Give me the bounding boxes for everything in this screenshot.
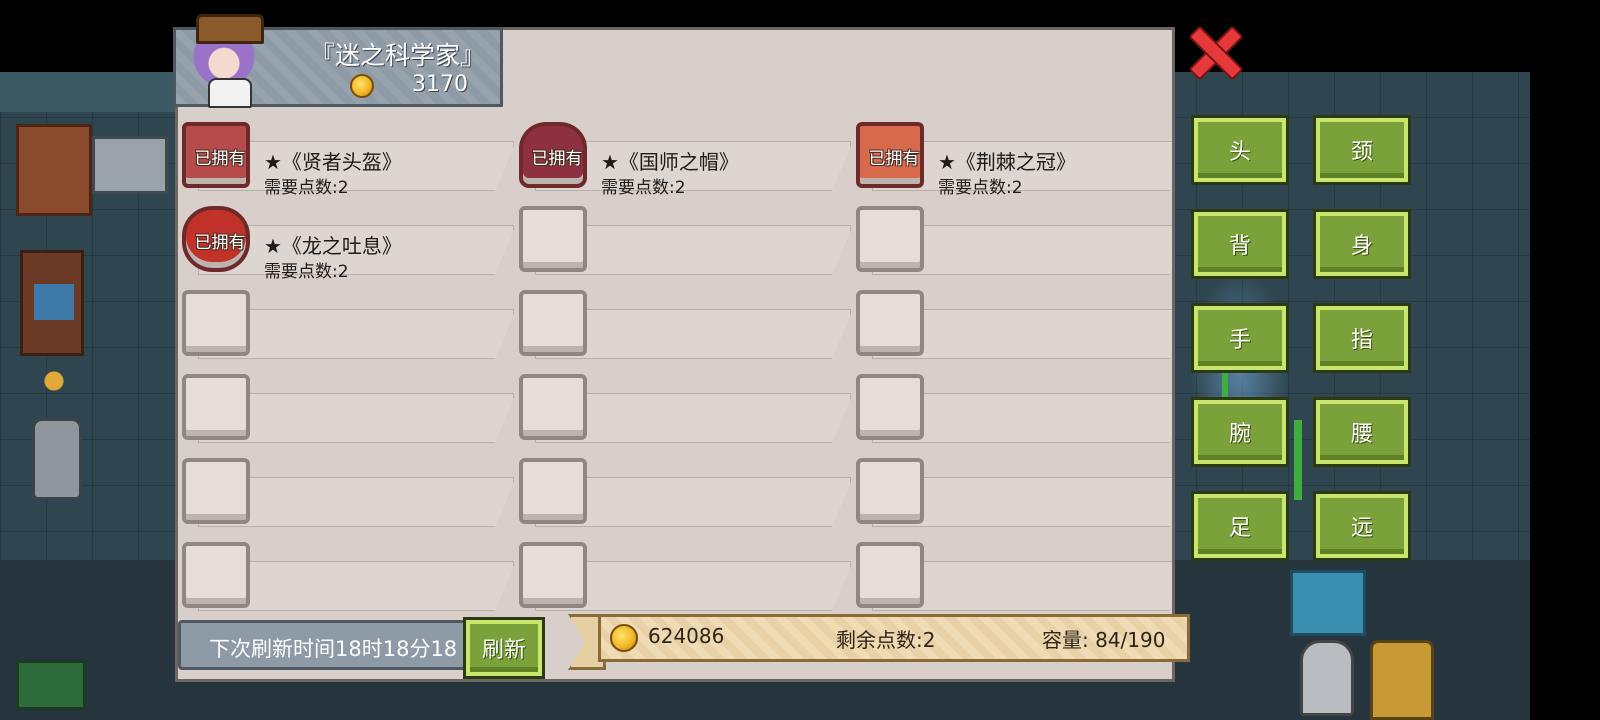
item-cost: 需要点数:2: [938, 178, 1023, 198]
green-pillar-prop: [1222, 370, 1228, 404]
item-name: ★《荆棘之冠》: [938, 150, 1076, 174]
empty-slot-icon: [182, 542, 250, 608]
coin-icon: [350, 74, 374, 98]
merchant-coin-amount: 3170: [412, 72, 468, 97]
empty-slot-icon: [182, 374, 250, 440]
player-money: 624086: [648, 624, 725, 648]
empty-slot-icon: [182, 290, 250, 356]
empty-slot-icon: [856, 542, 924, 608]
shop-panel: 已拥有 ★《贤者头盔》需要点数:2 已拥有 ★《国师之帽》需要点数:2 已拥有 ★《荆棘之…: [175, 27, 1175, 682]
refresh-timer-label: 下次刷新时间18时18分18: [209, 637, 458, 661]
item-grid: 已拥有 ★《贤者头盔》需要点数:2 已拥有 ★《国师之帽》需要点数:2 已拥有 ★《荆棘之…: [178, 114, 1172, 624]
item-name: ★《贤者头盔》: [264, 150, 402, 174]
room-wall: [0, 72, 180, 112]
green-pillar-prop: [1294, 420, 1302, 500]
empty-slot-icon: [519, 290, 587, 356]
circuit-board-prop: [16, 660, 86, 710]
npc-character: [1300, 640, 1354, 716]
empty-slot-icon: [856, 374, 924, 440]
shop-item-slot[interactable]: 已拥有 ★《国师之帽》需要点数:2: [515, 114, 853, 198]
chair-seat-prop: [34, 284, 74, 320]
merchant-title: 『迷之科学家』: [310, 41, 486, 70]
empty-item-slot[interactable]: [515, 282, 853, 366]
refresh-timer: 下次刷新时间18时18分18: [178, 620, 472, 670]
screen-edge: [1530, 72, 1600, 720]
merchant-hat: [196, 14, 264, 44]
empty-slot-icon: [182, 458, 250, 524]
category-button[interactable]: 远: [1313, 491, 1411, 561]
category-button[interactable]: 足: [1191, 491, 1289, 561]
owned-badge: 已拥有: [868, 149, 920, 169]
empty-item-slot[interactable]: [178, 282, 516, 366]
empty-slot-icon: [519, 542, 587, 608]
empty-item-slot[interactable]: [852, 282, 1172, 366]
category-button[interactable]: 颈: [1313, 115, 1411, 185]
empty-item-slot[interactable]: [178, 534, 516, 618]
item-cost: 需要点数:2: [264, 262, 349, 282]
desk-prop: [16, 124, 92, 216]
remaining-points: 剩余点数:2: [836, 628, 936, 652]
empty-item-slot[interactable]: [515, 366, 853, 450]
category-button[interactable]: 手: [1191, 303, 1289, 373]
category-button[interactable]: 指: [1313, 303, 1411, 373]
empty-item-slot[interactable]: [515, 450, 853, 534]
item-cost: 需要点数:2: [264, 178, 349, 198]
empty-item-slot[interactable]: [515, 534, 853, 618]
flower-prop: [40, 366, 68, 416]
close-button[interactable]: [1188, 26, 1240, 76]
capacity: 容量: 84/190: [1042, 628, 1166, 652]
item-name: ★《龙之吐息》: [264, 234, 402, 258]
empty-slot-icon: [856, 206, 924, 272]
vase-prop: [32, 418, 82, 500]
empty-item-slot[interactable]: [515, 198, 853, 282]
category-button[interactable]: 身: [1313, 209, 1411, 279]
empty-slot-icon: [519, 374, 587, 440]
merchant-coat: [208, 78, 252, 108]
category-button[interactable]: 背: [1191, 209, 1289, 279]
empty-slot-icon: [856, 458, 924, 524]
shop-item-slot[interactable]: 已拥有 ★《龙之吐息》需要点数:2: [178, 198, 516, 282]
empty-item-slot[interactable]: [852, 198, 1172, 282]
empty-item-slot[interactable]: [178, 450, 516, 534]
empty-slot-icon: [856, 290, 924, 356]
screen-panel-prop: [1290, 570, 1366, 636]
vending-kiosk-prop: [1370, 640, 1434, 720]
empty-item-slot[interactable]: [178, 366, 516, 450]
owned-badge: 已拥有: [194, 233, 246, 253]
empty-item-slot[interactable]: [852, 450, 1172, 534]
category-button[interactable]: 头: [1191, 115, 1289, 185]
owned-badge: 已拥有: [194, 149, 246, 169]
coin-icon: [610, 624, 638, 652]
machine-prop: [92, 136, 168, 194]
shop-item-slot[interactable]: 已拥有 ★《贤者头盔》需要点数:2: [178, 114, 516, 198]
refresh-button[interactable]: 刷新: [463, 617, 545, 679]
category-button[interactable]: 腰: [1313, 397, 1411, 467]
empty-slot-icon: [519, 206, 587, 272]
empty-slot-icon: [519, 458, 587, 524]
category-button[interactable]: 腕: [1191, 397, 1289, 467]
shop-item-slot[interactable]: 已拥有 ★《荆棘之冠》需要点数:2: [852, 114, 1172, 198]
item-name: ★《国师之帽》: [601, 150, 739, 174]
empty-item-slot[interactable]: [852, 366, 1172, 450]
empty-item-slot[interactable]: [852, 534, 1172, 618]
item-cost: 需要点数:2: [601, 178, 686, 198]
owned-badge: 已拥有: [531, 149, 583, 169]
